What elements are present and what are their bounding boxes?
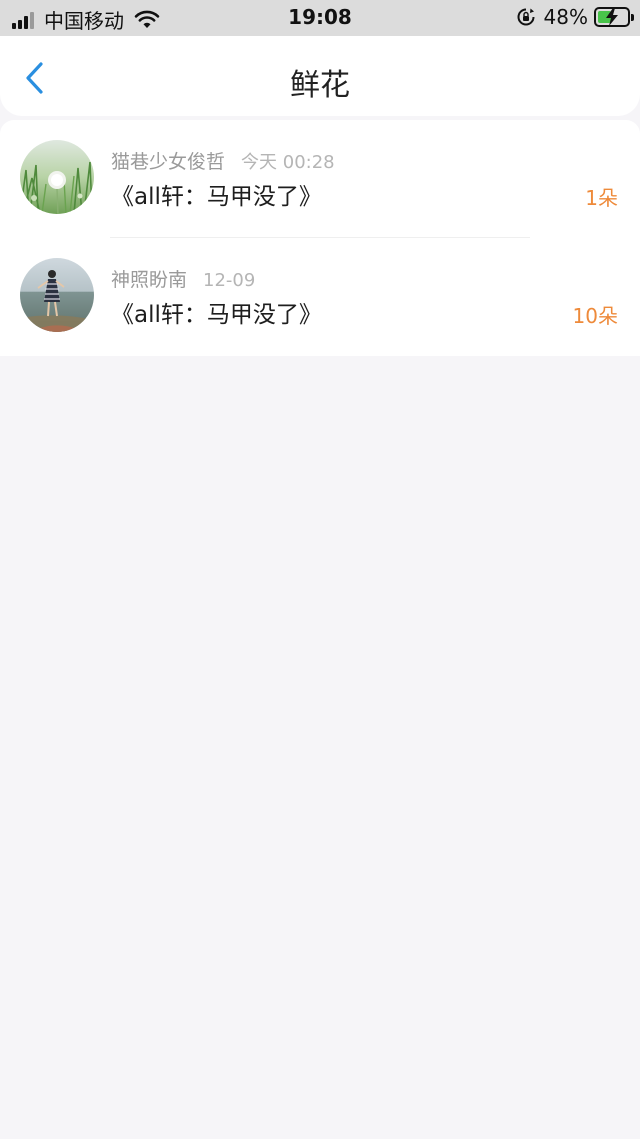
flower-list: 猫巷少女俊哲 今天 00:28 《all轩：马甲没了》 1朵 神照盼南 12-0… (0, 120, 640, 356)
status-right: 48% (516, 5, 634, 29)
charging-bolt-icon (606, 8, 618, 26)
item-message: 《all轩：马甲没了》 (111, 302, 322, 328)
nav-bar: 鲜花 (0, 36, 640, 116)
flower-count: 10朵 (572, 304, 618, 328)
sender-name[interactable]: 猫巷少女俊哲 (111, 151, 225, 173)
flower-count: 1朵 (585, 186, 618, 210)
avatar-girl-by-sea[interactable] (20, 258, 94, 332)
sender-name[interactable]: 神照盼南 (111, 269, 187, 291)
item-time: 12-09 (203, 270, 256, 291)
avatar-dandelion[interactable] (20, 140, 94, 214)
status-bar: 中国移动 19:08 48% (0, 0, 640, 36)
rotation-lock-icon (517, 8, 535, 26)
list-item[interactable]: 猫巷少女俊哲 今天 00:28 《all轩：马甲没了》 1朵 (0, 120, 640, 238)
girl-by-sea-photo (20, 258, 94, 332)
page-title: 鲜花 (290, 68, 350, 103)
item-meta: 神照盼南 12-09 (111, 265, 255, 292)
battery-percent: 48% (543, 5, 588, 29)
item-meta: 猫巷少女俊哲 今天 00:28 (111, 147, 335, 174)
list-item[interactable]: 神照盼南 12-09 《all轩：马甲没了》 10朵 (0, 238, 640, 356)
item-time: 今天 00:28 (241, 152, 335, 173)
battery-charging-icon (594, 7, 634, 27)
dandelion-photo (20, 140, 94, 214)
item-message: 《all轩：马甲没了》 (111, 184, 322, 210)
